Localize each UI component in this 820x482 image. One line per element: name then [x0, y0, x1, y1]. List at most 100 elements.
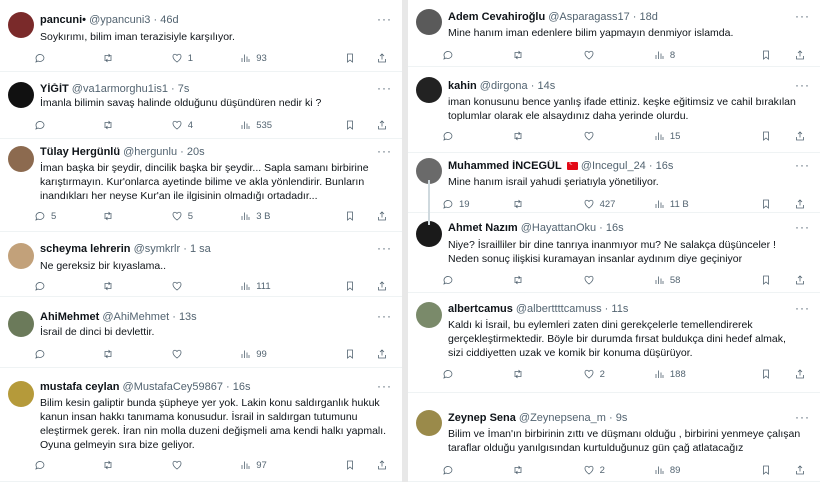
timestamp[interactable]: 1 sa [190, 243, 211, 255]
share-button[interactable] [794, 463, 806, 477]
like-button[interactable]: 427 [583, 197, 615, 211]
more-options-icon[interactable]: ··· [795, 301, 810, 315]
avatar[interactable] [8, 146, 34, 172]
share-button[interactable] [794, 197, 806, 211]
tweet-reply[interactable]: YİĞİT @va1armorghu1is1 · 7s ··· İmanla bil… [0, 72, 402, 139]
views-button[interactable]: 111 [239, 279, 271, 293]
more-options-icon[interactable]: ··· [795, 410, 810, 424]
bookmark-button[interactable] [760, 463, 772, 477]
author-name[interactable]: Muhammed İNCEGÜL [448, 160, 562, 172]
author-handle[interactable]: @Asparagass17 [548, 11, 630, 23]
author-handle[interactable]: @va1armorghu1is1 [72, 83, 168, 95]
views-button[interactable]: 89 [653, 463, 680, 477]
tweet-reply[interactable]: pancuni• @ypancuni3 · 46d ··· Soykırımı, b… [0, 0, 402, 72]
share-button[interactable] [376, 209, 388, 223]
author-handle[interactable]: @HayattanOku [521, 222, 596, 234]
tweet-reply[interactable]: Zeynep Sena @Zeynepsena_m · 9s ··· Bilim v… [408, 393, 820, 482]
reply-button[interactable] [34, 51, 51, 65]
author-handle[interactable]: @alberttttcamuss [516, 303, 602, 315]
views-button[interactable]: 8 [653, 48, 675, 62]
retweet-button[interactable] [102, 209, 119, 223]
tweet-reply[interactable]: kahin @dirgona · 14s ··· iman konusunu ben… [408, 67, 820, 153]
reply-button[interactable] [442, 273, 459, 287]
tweet-reply[interactable]: AhiMehmet @AhiMehmet · 13s ··· İsrail de d… [0, 297, 402, 368]
views-button[interactable]: 97 [239, 458, 267, 472]
timestamp[interactable]: 16s [606, 222, 624, 234]
like-button[interactable]: 2 [583, 463, 605, 477]
timestamp[interactable]: 9s [616, 412, 628, 424]
timestamp[interactable]: 18d [640, 11, 658, 23]
avatar[interactable] [8, 381, 34, 407]
author-name[interactable]: AhiMehmet [40, 311, 99, 323]
reply-button[interactable] [442, 463, 459, 477]
reply-button[interactable] [34, 347, 51, 361]
like-button[interactable] [171, 279, 188, 293]
bookmark-button[interactable] [344, 209, 356, 223]
bookmark-button[interactable] [760, 129, 772, 143]
timestamp[interactable]: 16s [656, 160, 674, 172]
reply-button[interactable] [442, 48, 459, 62]
views-button[interactable]: 11 B [653, 197, 689, 211]
reply-button[interactable] [34, 279, 51, 293]
tweet-reply[interactable]: scheyma lehrerin @symkrlr · 1 sa ··· Ne ge… [0, 232, 402, 297]
share-button[interactable] [794, 273, 806, 287]
bookmark-button[interactable] [760, 367, 772, 381]
timestamp[interactable]: 13s [179, 311, 197, 323]
tweet-reply[interactable]: Adem Cevahiroğlu @Asparagass17 · 18d ··· M… [408, 0, 820, 67]
retweet-button[interactable] [512, 463, 529, 477]
avatar[interactable] [416, 302, 442, 328]
tweet-reply[interactable]: albertcamus @alberttttcamuss · 11s ··· Kal… [408, 293, 820, 393]
timestamp[interactable]: 46d [160, 14, 178, 26]
share-button[interactable] [794, 367, 806, 381]
author-name[interactable]: albertcamus [448, 303, 513, 315]
views-button[interactable]: 535 [239, 118, 272, 132]
reply-button[interactable] [34, 118, 51, 132]
author-handle[interactable]: @Zeynepsena_m [519, 412, 606, 424]
tweet-reply[interactable]: Ahmet Nazım @HayattanOku · 16s ··· Niye? İ… [408, 213, 820, 293]
retweet-button[interactable] [512, 273, 529, 287]
author-name[interactable]: scheyma lehrerin [40, 243, 131, 255]
author-handle[interactable]: @hergunlu [123, 146, 177, 158]
timestamp[interactable]: 14s [537, 80, 555, 92]
reply-button[interactable] [442, 367, 459, 381]
views-button[interactable]: 15 [653, 129, 680, 143]
more-options-icon[interactable]: ··· [377, 309, 392, 323]
like-button[interactable] [583, 48, 600, 62]
timestamp[interactable]: 11s [611, 303, 628, 315]
share-button[interactable] [376, 347, 388, 361]
author-handle[interactable]: @symkrlr [134, 243, 181, 255]
author-name[interactable]: pancuni• [40, 14, 86, 26]
like-button[interactable]: 1 [171, 51, 193, 65]
retweet-button[interactable] [102, 118, 119, 132]
author-name[interactable]: Ahmet Nazım [448, 222, 518, 234]
like-button[interactable] [171, 458, 188, 472]
author-name[interactable]: Zeynep Sena [448, 412, 516, 424]
bookmark-button[interactable] [344, 51, 356, 65]
more-options-icon[interactable]: ··· [795, 9, 810, 23]
retweet-button[interactable] [512, 367, 529, 381]
retweet-button[interactable] [512, 197, 529, 211]
avatar[interactable] [416, 77, 442, 103]
like-button[interactable] [583, 129, 600, 143]
author-name[interactable]: Adem Cevahiroğlu [448, 11, 545, 23]
author-handle[interactable]: @dirgona [480, 80, 528, 92]
share-button[interactable] [376, 279, 388, 293]
retweet-button[interactable] [102, 279, 119, 293]
like-button[interactable] [583, 273, 600, 287]
more-options-icon[interactable]: ··· [377, 81, 392, 95]
bookmark-button[interactable] [344, 118, 356, 132]
views-button[interactable]: 3 B [239, 209, 270, 223]
more-options-icon[interactable]: ··· [795, 78, 810, 92]
tweet-reply[interactable]: Muhammed İNCEGÜL @Incegul_24 · 16s···Min… [408, 153, 820, 213]
views-button[interactable]: 58 [653, 273, 680, 287]
views-button[interactable]: 99 [239, 347, 267, 361]
retweet-button[interactable] [512, 129, 529, 143]
reply-button[interactable]: 19 [442, 197, 470, 211]
like-button[interactable] [171, 347, 188, 361]
avatar[interactable] [416, 9, 442, 35]
more-options-icon[interactable]: ··· [377, 379, 392, 393]
share-button[interactable] [376, 118, 388, 132]
tweet-reply[interactable]: Tülay Hergünlü @hergunlu · 20s ··· İman ba… [0, 139, 402, 232]
bookmark-button[interactable] [344, 347, 356, 361]
avatar[interactable] [8, 311, 34, 337]
